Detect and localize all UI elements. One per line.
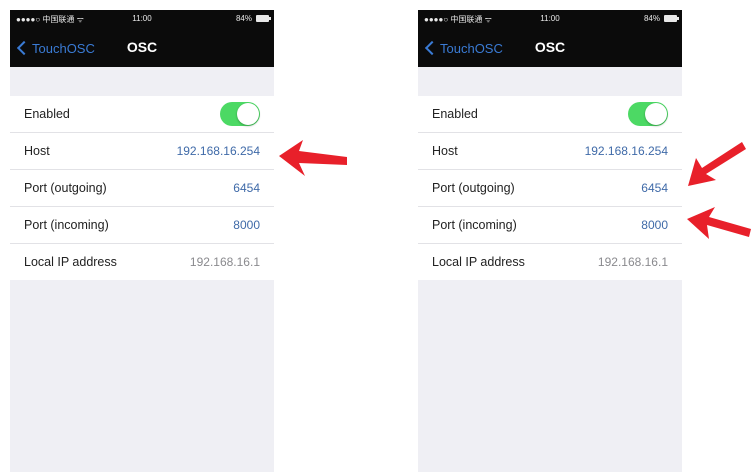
port-outgoing-label: Port (outgoing) bbox=[432, 181, 515, 195]
host-label: Host bbox=[24, 144, 50, 158]
port-outgoing-value[interactable]: 6454 bbox=[233, 181, 260, 195]
annotation-arrow-host-icon bbox=[279, 140, 347, 176]
host-value[interactable]: 192.168.16.254 bbox=[585, 144, 668, 158]
local-ip-value: 192.168.16.1 bbox=[597, 255, 668, 269]
battery-icon bbox=[664, 15, 679, 22]
port-outgoing-row[interactable]: Port (outgoing) 6454 bbox=[418, 170, 682, 207]
port-incoming-label: Port (incoming) bbox=[24, 218, 109, 232]
local-ip-row: Local IP address 192.168.16.1 bbox=[418, 244, 682, 280]
port-outgoing-label: Port (outgoing) bbox=[24, 181, 107, 195]
port-outgoing-row[interactable]: Port (outgoing) 6454 bbox=[10, 170, 274, 207]
annotation-arrow-port-incoming-icon bbox=[687, 207, 751, 239]
host-row[interactable]: Host 192.168.16.254 bbox=[10, 133, 274, 170]
host-value[interactable]: 192.168.16.254 bbox=[177, 144, 260, 158]
port-outgoing-value[interactable]: 6454 bbox=[641, 181, 668, 195]
local-ip-row: Local IP address 192.168.16.1 bbox=[10, 244, 274, 280]
host-row[interactable]: Host 192.168.16.254 bbox=[418, 133, 682, 170]
status-time: 11:00 bbox=[132, 14, 152, 23]
local-ip-value: 192.168.16.1 bbox=[189, 255, 260, 269]
page-title: OSC bbox=[534, 39, 566, 55]
settings-list: Enabled Host 192.168.16.254 Port (outgoi… bbox=[10, 96, 274, 280]
status-bar: ●●●●○ 中国联通 ᯤ 11:00 84% bbox=[418, 10, 682, 28]
battery-percent: 84% bbox=[235, 14, 252, 23]
phone-screen-right: ●●●●○ 中国联通 ᯤ 11:00 84% TouchOSC OSC Enab… bbox=[418, 10, 682, 472]
port-incoming-row[interactable]: Port (incoming) 8000 bbox=[418, 207, 682, 244]
host-label: Host bbox=[432, 144, 458, 158]
enabled-label: Enabled bbox=[24, 107, 70, 121]
navigation-bar: TouchOSC OSC bbox=[418, 28, 682, 67]
port-incoming-label: Port (incoming) bbox=[432, 218, 517, 232]
status-time: 11:00 bbox=[540, 14, 560, 23]
annotation-arrow-port-outgoing-icon bbox=[688, 142, 746, 186]
status-bar: ●●●●○ 中国联通 ᯤ 11:00 84% bbox=[10, 10, 274, 28]
enabled-toggle[interactable] bbox=[220, 102, 260, 126]
enabled-toggle[interactable] bbox=[628, 102, 668, 126]
battery-icon bbox=[256, 15, 271, 22]
port-incoming-value[interactable]: 8000 bbox=[233, 218, 260, 232]
phone-screen-left: ●●●●○ 中国联通 ᯤ 11:00 84% TouchOSC OSC Enab… bbox=[10, 10, 274, 472]
local-ip-label: Local IP address bbox=[432, 255, 525, 269]
enabled-row: Enabled bbox=[10, 96, 274, 133]
page-title: OSC bbox=[126, 39, 158, 55]
settings-list: Enabled Host 192.168.16.254 Port (outgoi… bbox=[418, 96, 682, 280]
battery-percent: 84% bbox=[643, 14, 660, 23]
toggle-knob bbox=[645, 103, 667, 125]
navigation-bar: TouchOSC OSC bbox=[10, 28, 274, 67]
port-incoming-value[interactable]: 8000 bbox=[641, 218, 668, 232]
port-incoming-row[interactable]: Port (incoming) 8000 bbox=[10, 207, 274, 244]
local-ip-label: Local IP address bbox=[24, 255, 117, 269]
toggle-knob bbox=[237, 103, 259, 125]
enabled-label: Enabled bbox=[432, 107, 478, 121]
enabled-row: Enabled bbox=[418, 96, 682, 133]
